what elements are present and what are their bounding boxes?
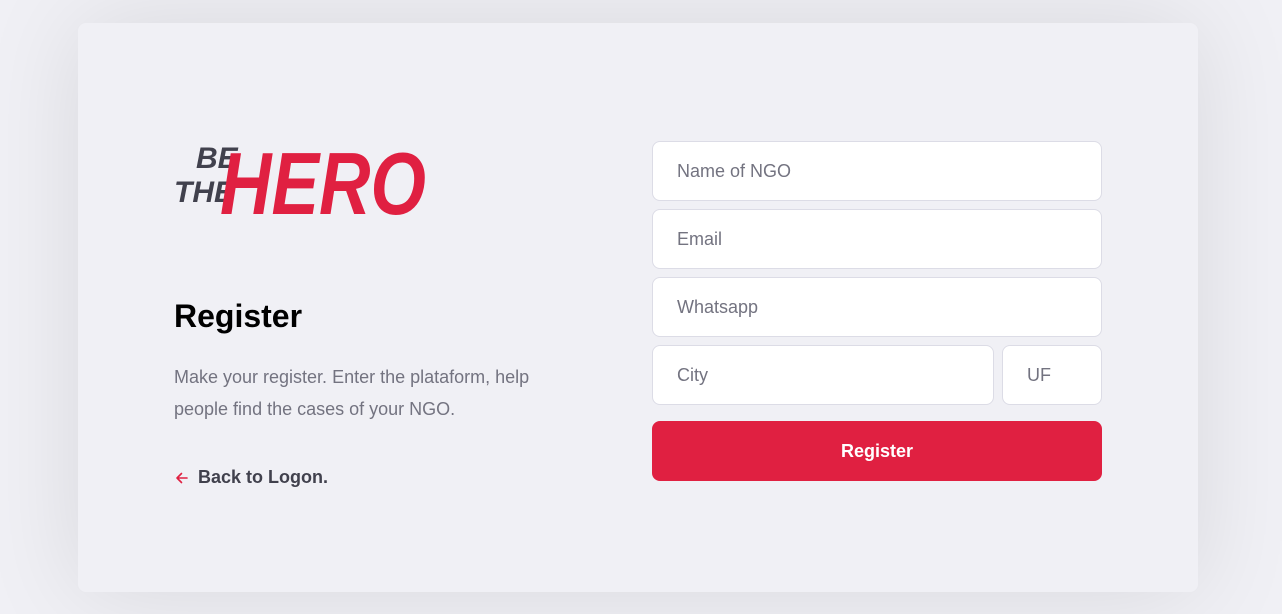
whatsapp-input[interactable] — [652, 277, 1102, 337]
page-title: Register — [174, 298, 303, 334]
register-form: Register — [652, 141, 1102, 481]
city-uf-row — [652, 345, 1102, 413]
page-description: Make your register. Enter the plataform,… — [174, 367, 530, 419]
email-input[interactable] — [652, 209, 1102, 269]
back-to-logon-link[interactable]: Back to Logon. — [174, 467, 574, 488]
back-link-label: Back to Logon. — [198, 467, 328, 487]
intro-section: BE THE HERO Register Make your register.… — [174, 118, 574, 488]
arrow-left-icon — [176, 472, 188, 483]
register-button[interactable]: Register — [652, 421, 1102, 481]
uf-input[interactable] — [1002, 345, 1102, 405]
be-the-hero-logo: BE THE HERO — [174, 134, 426, 226]
logo-text-hero: HERO — [220, 134, 426, 226]
city-input[interactable] — [652, 345, 994, 405]
register-card: BE THE HERO Register Make your register.… — [78, 23, 1198, 592]
ngo-name-input[interactable] — [652, 141, 1102, 201]
